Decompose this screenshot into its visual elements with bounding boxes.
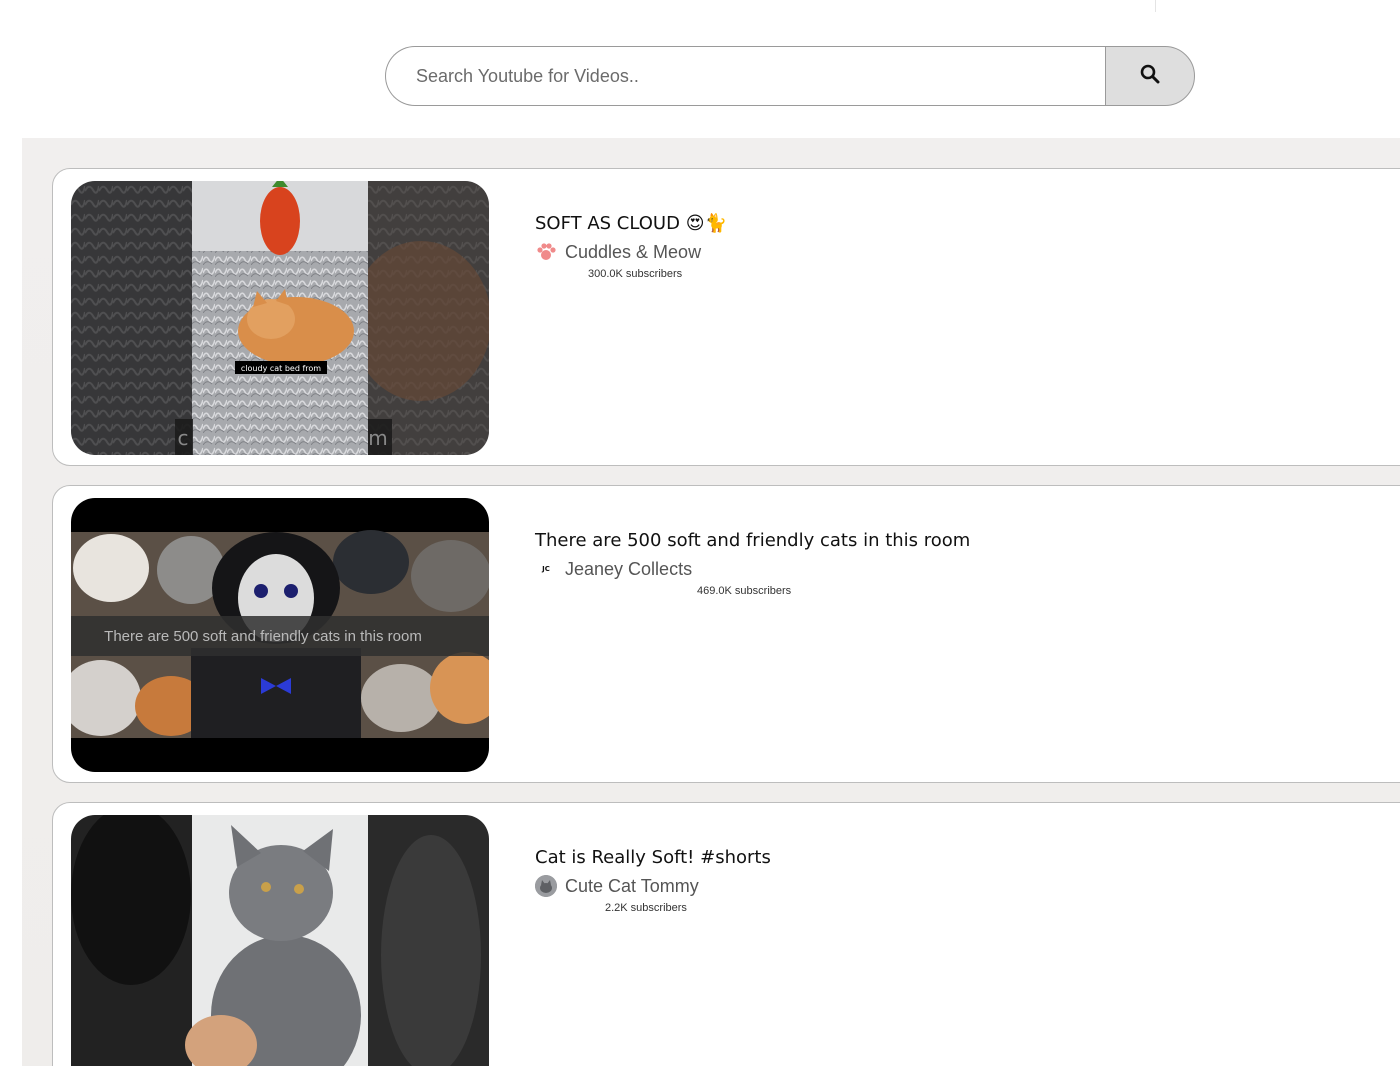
- video-title[interactable]: SOFT AS CLOUD 😍🐈: [535, 213, 727, 234]
- search-icon: [1140, 64, 1160, 89]
- video-card[interactable]: cloudy cat bed from c m SOFT AS CLOUD 😍🐈: [52, 168, 1400, 466]
- channel-row[interactable]: Cuddles & Meow: [535, 240, 727, 264]
- video-meta: Cat is Really Soft! #shorts Cute Cat Tom…: [535, 847, 771, 914]
- channel-name[interactable]: Cuddles & Meow: [565, 242, 701, 263]
- channel-row[interactable]: JC Jeaney Collects: [535, 557, 970, 581]
- thumbnail-caption: cloudy cat bed from: [241, 364, 321, 373]
- subscriber-count: 2.2K subscribers: [605, 902, 687, 914]
- video-meta: SOFT AS CLOUD 😍🐈 Cuddles & Meow 300.0K s…: [535, 213, 727, 280]
- subscriber-count: 469.0K subscribers: [697, 585, 792, 597]
- video-thumbnail[interactable]: cloudy cat bed from c m: [71, 181, 489, 455]
- results-panel: cloudy cat bed from c m SOFT AS CLOUD 😍🐈: [22, 138, 1400, 1066]
- channel-row[interactable]: Cute Cat Tommy: [535, 874, 771, 898]
- video-thumbnail[interactable]: [71, 815, 489, 1066]
- channel-avatar: JC: [535, 558, 557, 580]
- paw-icon: [535, 241, 557, 263]
- channel-name[interactable]: Jeaney Collects: [565, 559, 692, 580]
- video-meta: There are 500 soft and friendly cats in …: [535, 530, 970, 597]
- video-title[interactable]: There are 500 soft and friendly cats in …: [535, 530, 970, 551]
- thumbnail-edge-right: m: [368, 426, 387, 450]
- channel-avatar-text: JC: [542, 565, 550, 573]
- channel-name[interactable]: Cute Cat Tommy: [565, 876, 699, 897]
- video-thumbnail[interactable]: There are 500 soft and friendly cats in …: [71, 498, 489, 772]
- channel-avatar: [535, 875, 557, 897]
- video-card[interactable]: Cat is Really Soft! #shorts Cute Cat Tom…: [52, 802, 1400, 1066]
- search-button[interactable]: [1105, 46, 1195, 106]
- search-bar: [385, 46, 1195, 106]
- thumbnail-edge-left: c: [178, 426, 189, 450]
- video-card[interactable]: There are 500 soft and friendly cats in …: [52, 485, 1400, 783]
- thumbnail-caption: There are 500 soft and friendly cats in …: [104, 628, 422, 645]
- search-input[interactable]: [385, 46, 1105, 106]
- video-title[interactable]: Cat is Really Soft! #shorts: [535, 847, 771, 868]
- subscriber-count: 300.0K subscribers: [588, 268, 683, 280]
- topbar-divider: [1155, 0, 1156, 12]
